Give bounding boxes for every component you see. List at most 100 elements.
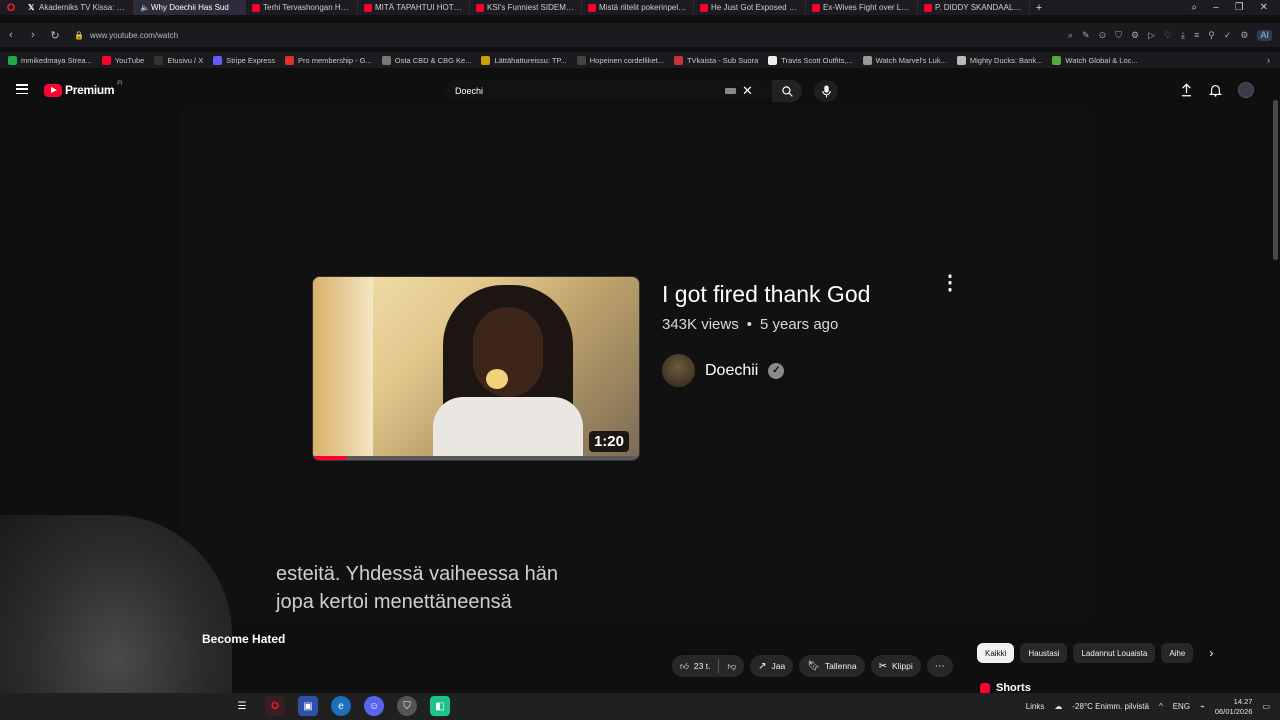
- browser-tab[interactable]: KSI's Funniest SIDEMEN M: [470, 0, 582, 15]
- back-icon[interactable]: ‹: [0, 29, 22, 41]
- bookmark-item[interactable]: Watch Global & Loc...: [1052, 55, 1138, 65]
- bookmark-item[interactable]: Lättähattureissu: TP...: [481, 55, 567, 65]
- more-options-icon[interactable]: ⋮: [940, 273, 960, 293]
- bookmark-item[interactable]: Osta CBD & CBG Ke...: [381, 55, 471, 65]
- forward-icon[interactable]: ›: [22, 29, 44, 41]
- opera-icon[interactable]: O: [265, 696, 285, 716]
- youtube-header: Premium FI ✕: [0, 72, 1280, 110]
- bookmark-favicon-icon: [862, 55, 872, 65]
- menu-icon[interactable]: [16, 84, 28, 94]
- vpn-app-icon[interactable]: ⛉: [397, 696, 417, 716]
- channel-avatar[interactable]: [662, 354, 695, 387]
- restore-icon[interactable]: ❐: [1235, 2, 1244, 13]
- search-icon[interactable]: ⌕: [1068, 30, 1073, 41]
- more-actions-button[interactable]: ⋯: [926, 655, 953, 677]
- tab-title: KSI's Funniest SIDEMEN M: [487, 3, 575, 12]
- extension-icon[interactable]: ⚙: [1131, 30, 1139, 41]
- url-field[interactable]: www.youtube.com/watch: [90, 31, 178, 40]
- bookmark-item[interactable]: Etusivu / X: [154, 55, 203, 65]
- verified-icon: ✓: [768, 362, 785, 379]
- end-card-title[interactable]: I got fired thank God: [662, 281, 870, 308]
- camera-icon[interactable]: ⊙: [1099, 30, 1107, 41]
- bookmark-item[interactable]: Travis Scott Outfits,...: [768, 55, 853, 65]
- photos-icon[interactable]: ▣: [298, 696, 318, 716]
- bookmark-item[interactable]: TVkaista - Sub Suora: [673, 55, 758, 65]
- bookmark-item[interactable]: Watch Marvel's Luk...: [862, 55, 947, 65]
- profile-icon[interactable]: ⚲: [1208, 30, 1215, 41]
- play-icon[interactable]: ▷: [1148, 30, 1155, 41]
- search-input[interactable]: [455, 86, 725, 96]
- clear-search-icon[interactable]: ✕: [742, 83, 753, 99]
- links-toolbar[interactable]: Links: [1026, 702, 1045, 711]
- browser-tab[interactable]: He Just Got Exposed - You: [694, 0, 806, 15]
- filter-chip[interactable]: Haustasi: [1020, 643, 1068, 663]
- edit-icon[interactable]: ✎: [1082, 30, 1090, 41]
- youtube-icon: [924, 3, 932, 12]
- bookmark-item[interactable]: YouTube: [101, 55, 144, 65]
- minimize-icon[interactable]: –: [1213, 2, 1219, 13]
- share-button[interactable]: ↗ Jaa: [750, 655, 794, 677]
- keyboard-icon[interactable]: [725, 88, 736, 94]
- vpn-icon[interactable]: ✓: [1224, 30, 1232, 41]
- app-icon[interactable]: ◧: [430, 696, 450, 716]
- filter-chip[interactable]: Kaikki: [977, 643, 1015, 663]
- browser-tab-active[interactable]: 🔈 Why Doechii Has Sud: [134, 0, 246, 15]
- browser-tab[interactable]: 𝕏 Akademiks TV Kissa: "Adin: [22, 0, 134, 15]
- page-scrollbar[interactable]: [1273, 100, 1278, 260]
- browser-tab[interactable]: Mistä riitelit pokerinpelaa: [582, 0, 694, 15]
- opera-logo-icon[interactable]: O: [0, 0, 22, 15]
- browser-tab[interactable]: Ex-Wives Fight over Late: [806, 0, 918, 15]
- reload-icon[interactable]: ↻: [44, 29, 66, 42]
- download-icon[interactable]: ⤓: [1181, 30, 1185, 41]
- clip-button[interactable]: ✂ Klippi: [870, 655, 921, 677]
- end-card-channel[interactable]: Doechii ✓: [662, 354, 785, 387]
- bookmark-favicon-icon: [1052, 55, 1062, 65]
- browser-tab[interactable]: P. DIDDY SKANDAALI - Pe: [918, 0, 1030, 15]
- lock-icon[interactable]: 🔒: [72, 31, 86, 40]
- voice-search-button[interactable]: [814, 80, 838, 102]
- heart-icon[interactable]: ♡: [1164, 30, 1172, 41]
- bookmark-favicon-icon: [956, 55, 966, 65]
- menu-icon[interactable]: ≡: [1194, 30, 1199, 41]
- language-indicator[interactable]: ENG: [1173, 702, 1190, 711]
- tray-chevron-icon[interactable]: ^: [1159, 702, 1163, 711]
- dislike-button[interactable]: 👎︎: [719, 661, 744, 672]
- youtube-logo[interactable]: Premium FI: [44, 81, 123, 97]
- weather-icon[interactable]: ☁: [1054, 702, 1062, 711]
- bookmark-item[interactable]: mmikedmaya Strea...: [8, 55, 92, 65]
- filter-chip[interactable]: Ladannut Louaista: [1073, 643, 1156, 663]
- bookmark-item[interactable]: Stripe Express: [213, 55, 275, 65]
- shield-icon[interactable]: ⛉: [1115, 30, 1122, 41]
- new-tab-button[interactable]: +: [1030, 2, 1048, 14]
- search-tabs-icon[interactable]: ⌕: [1191, 2, 1197, 13]
- filter-chip[interactable]: Aihe: [1161, 643, 1194, 663]
- bookmark-item[interactable]: Mighty Ducks: Bank...: [956, 55, 1043, 65]
- account-avatar[interactable]: [1238, 82, 1254, 98]
- notifications-icon[interactable]: [1209, 83, 1222, 97]
- weather-text[interactable]: -28°C Enimm. pilvistä: [1072, 702, 1149, 711]
- search-button[interactable]: [772, 80, 802, 102]
- settings-icon[interactable]: ⚙: [1240, 30, 1248, 41]
- task-view-icon[interactable]: ☰: [232, 696, 252, 716]
- edge-icon[interactable]: e: [331, 696, 351, 716]
- like-button[interactable]: 👍︎ 23 t.: [672, 661, 718, 672]
- network-icon[interactable]: ⌁: [1200, 702, 1205, 711]
- like-dislike-group: 👍︎ 23 t. 👎︎: [672, 655, 745, 677]
- notification-center-icon[interactable]: ▭: [1262, 702, 1270, 711]
- bookmarks-overflow-icon[interactable]: ›: [1267, 55, 1280, 65]
- browser-tab[interactable]: MITÄ TAPAHTUI HOTELLI: [358, 0, 470, 15]
- discord-icon[interactable]: ☺: [364, 696, 384, 716]
- bookmark-item[interactable]: Hopeinen cordelliket...: [576, 55, 664, 65]
- bookmark-item[interactable]: Pro membership - G...: [284, 55, 372, 65]
- speaker-icon[interactable]: 🔈: [140, 3, 150, 12]
- save-button[interactable]: 🔖︎ Tallenna: [799, 655, 865, 677]
- browser-tab[interactable]: Terhi Tervashongan Haast: [246, 0, 358, 15]
- end-card-thumbnail[interactable]: 1:20: [312, 276, 640, 461]
- chips-next-icon[interactable]: ›: [1209, 646, 1213, 660]
- aria-icon[interactable]: AI: [1257, 29, 1272, 41]
- clock[interactable]: 14.27 06/01/2026: [1215, 697, 1253, 717]
- close-window-icon[interactable]: ✕: [1260, 2, 1268, 13]
- channel-name[interactable]: Doechii: [705, 362, 758, 380]
- upload-icon[interactable]: [1180, 83, 1193, 97]
- bookmark-label: Mighty Ducks: Bank...: [969, 55, 1043, 65]
